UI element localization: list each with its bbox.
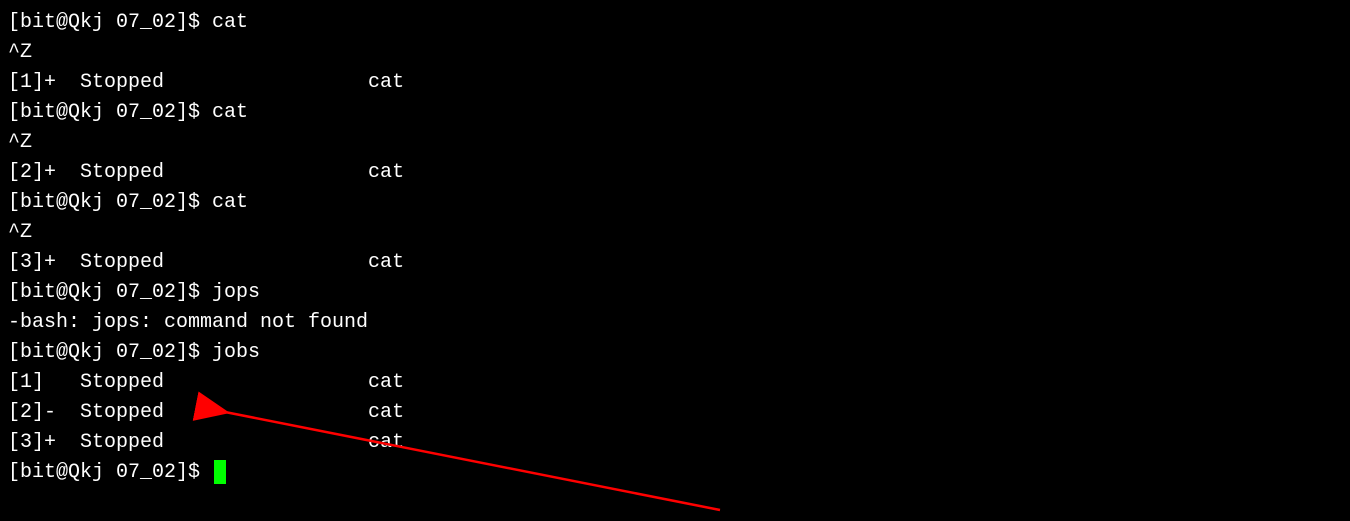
terminal-line: [3]+ Stopped cat (8, 428, 1342, 458)
terminal-line: [bit@Qkj 07_02]$ cat (8, 188, 1342, 218)
terminal-line: ^Z (8, 38, 1342, 68)
terminal-line: ^Z (8, 218, 1342, 248)
cursor-block (214, 460, 226, 484)
terminal-line: [bit@Qkj 07_02]$ cat (8, 98, 1342, 128)
terminal-line: [bit@Qkj 07_02]$ cat (8, 8, 1342, 38)
terminal-line: [1]+ Stopped cat (8, 68, 1342, 98)
terminal-line: [bit@Qkj 07_02]$ jobs (8, 338, 1342, 368)
terminal-line: [2]+ Stopped cat (8, 158, 1342, 188)
terminal-line: [3]+ Stopped cat (8, 248, 1342, 278)
terminal-line: ^Z (8, 128, 1342, 158)
terminal-line: [1] Stopped cat (8, 368, 1342, 398)
terminal-line: -bash: jops: command not found (8, 308, 1342, 338)
prompt-text: [bit@Qkj 07_02]$ (8, 461, 212, 484)
terminal-prompt-line[interactable]: [bit@Qkj 07_02]$ (8, 458, 1342, 488)
terminal-line: [bit@Qkj 07_02]$ jops (8, 278, 1342, 308)
terminal-output[interactable]: [bit@Qkj 07_02]$ cat ^Z [1]+ Stopped cat… (8, 8, 1342, 488)
terminal-line: [2]- Stopped cat (8, 398, 1342, 428)
